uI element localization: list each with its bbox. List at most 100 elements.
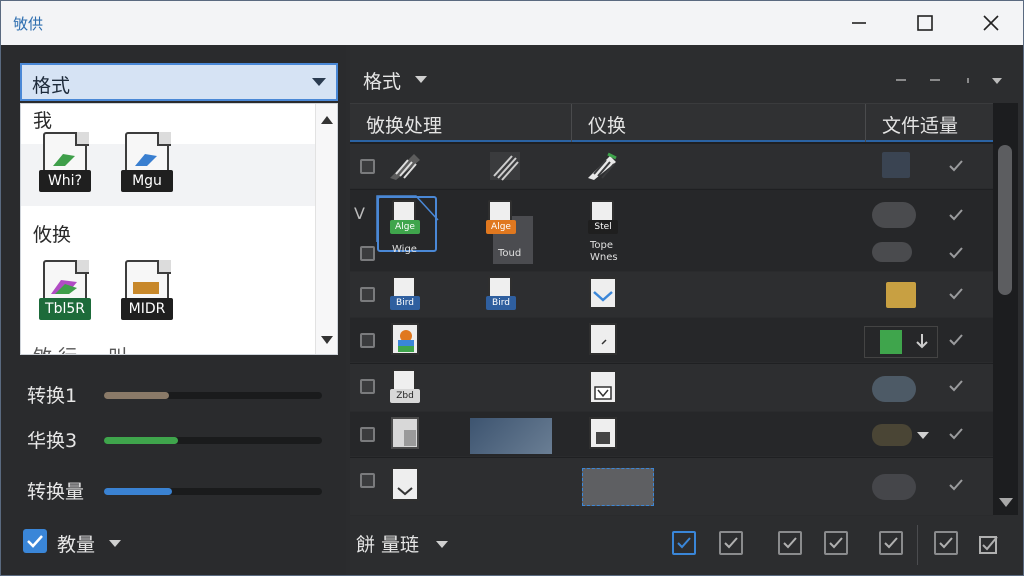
slider-label: 华换3 [27,430,78,452]
file-icon[interactable] [390,416,422,452]
table-scrollbar[interactable] [993,103,1018,515]
check-icon [949,160,963,172]
file-type-icon[interactable]: Mgu [121,132,175,198]
row-checkbox[interactable] [360,333,375,348]
scroll-down-icon[interactable] [999,498,1013,507]
footer-checkbox[interactable] [934,531,958,555]
arrow-down-icon[interactable] [915,332,929,350]
footer-checkbox[interactable] [778,531,802,555]
cloud-icon [872,376,916,402]
file-icon[interactable]: Zbd [390,369,420,405]
table-row[interactable] [350,318,993,363]
file-badge: Bird [486,296,516,310]
file-type-icon[interactable]: Tbl5R [39,260,93,326]
minimize-button[interactable] [827,1,891,45]
leaf-icon [51,280,77,294]
file-icon[interactable]: Alge [390,200,420,236]
check-icon [949,428,963,440]
column-separator [865,104,866,142]
thumbnail [882,152,910,178]
row-marker: V [354,204,365,223]
cloud-icon [872,474,916,500]
chevron-down-icon[interactable] [109,540,121,547]
right-panel: 格式 敂换处理 仪换 文件适量 V Alge Wige Alge Toud St… [350,45,1023,575]
row-checkbox[interactable] [360,287,375,302]
file-icon[interactable] [588,276,620,312]
format-dropdown[interactable]: 格式 [20,63,338,101]
file-caption: Toud [498,248,522,259]
row-checkbox[interactable] [360,246,375,261]
footer-label[interactable]: 餅 量琏 [356,530,419,557]
list-scrollbar[interactable] [315,104,337,354]
format-menu[interactable]: 格式 [363,67,401,94]
check-icon [949,334,963,346]
slider-convert-3[interactable]: 华换3 [27,424,327,454]
batch-checkbox[interactable] [23,529,47,553]
slider-convert-1[interactable]: 转换1 [27,379,327,409]
slider-track[interactable] [104,488,322,495]
slider-track[interactable] [104,437,322,444]
footer-checkbox[interactable] [672,531,696,555]
close-button[interactable] [959,1,1023,45]
row-checkbox[interactable] [360,427,375,442]
slider-convert-amount[interactable]: 转换量 [27,475,327,505]
file-type-icon[interactable]: Whi? [39,132,93,198]
row-checkbox[interactable] [360,379,375,394]
file-badge: Mgu [121,170,173,192]
check-all-icon[interactable] [978,533,1000,555]
slider-track[interactable] [104,392,322,399]
file-type-icon[interactable]: MIDR [121,260,175,326]
file-fold [75,260,89,274]
file-caption: Wige [392,244,417,255]
cloud-icon [872,202,916,228]
placeholder-thumbnail [582,468,654,506]
file-fold [75,132,89,146]
cloud-icon [872,424,912,446]
check-icon [949,209,963,221]
footer-checkbox[interactable] [879,531,903,555]
file-icon[interactable]: Bird [390,276,420,312]
scrollbar-thumb[interactable] [998,145,1012,295]
file-caption: Tope Wnes [590,240,618,263]
table-row[interactable]: V Alge Wige Alge Toud Stel Tope Wnes [350,190,993,272]
slider-label: 转换量 [27,481,85,503]
scroll-up-icon[interactable] [321,116,333,124]
maximize-button[interactable] [893,1,957,45]
chevron-down-icon[interactable] [917,432,929,439]
chevron-down-icon[interactable] [436,541,448,548]
chevron-down-icon[interactable] [415,76,427,83]
file-icon[interactable] [588,369,620,407]
file-icon[interactable]: Alge [486,200,516,236]
table-row[interactable] [350,458,993,516]
file-badge: Tbl5R [39,298,91,320]
check-icon [949,380,963,392]
striped-file-icon [390,154,420,180]
footer-checkbox[interactable] [824,531,848,555]
file-icon[interactable] [390,466,422,504]
toolbar-dots[interactable] [890,75,1010,85]
file-icon[interactable] [588,322,620,358]
file-badge: MIDR [121,298,173,320]
batch-option[interactable]: 教量 [23,529,223,559]
column-header[interactable]: 文件适量 [882,111,958,138]
leaf-icon [135,154,157,166]
column-header[interactable]: 敂换处理 [366,111,442,138]
row-checkbox[interactable] [360,159,375,174]
file-icon[interactable]: Stel [588,200,618,236]
footer-checkbox[interactable] [719,531,743,555]
scroll-down-icon[interactable] [321,336,333,344]
column-separator [571,104,572,142]
column-header[interactable]: 仪换 [588,111,626,138]
batch-label: 教量 [57,534,96,556]
table-row[interactable] [350,412,993,457]
file-icon[interactable]: Bird [486,276,516,312]
file-icon[interactable] [588,416,620,452]
chevron-down-icon [312,78,326,86]
table-row[interactable]: Zbd [350,364,993,412]
format-list[interactable]: 我 Whi? Mgu 攸换 Tbl5R MIDR [20,103,338,355]
check-icon [829,537,843,549]
table-row[interactable]: Bird Bird [350,272,993,318]
file-icon[interactable] [390,322,422,358]
row-checkbox[interactable] [360,473,375,488]
table-row[interactable] [350,144,993,189]
